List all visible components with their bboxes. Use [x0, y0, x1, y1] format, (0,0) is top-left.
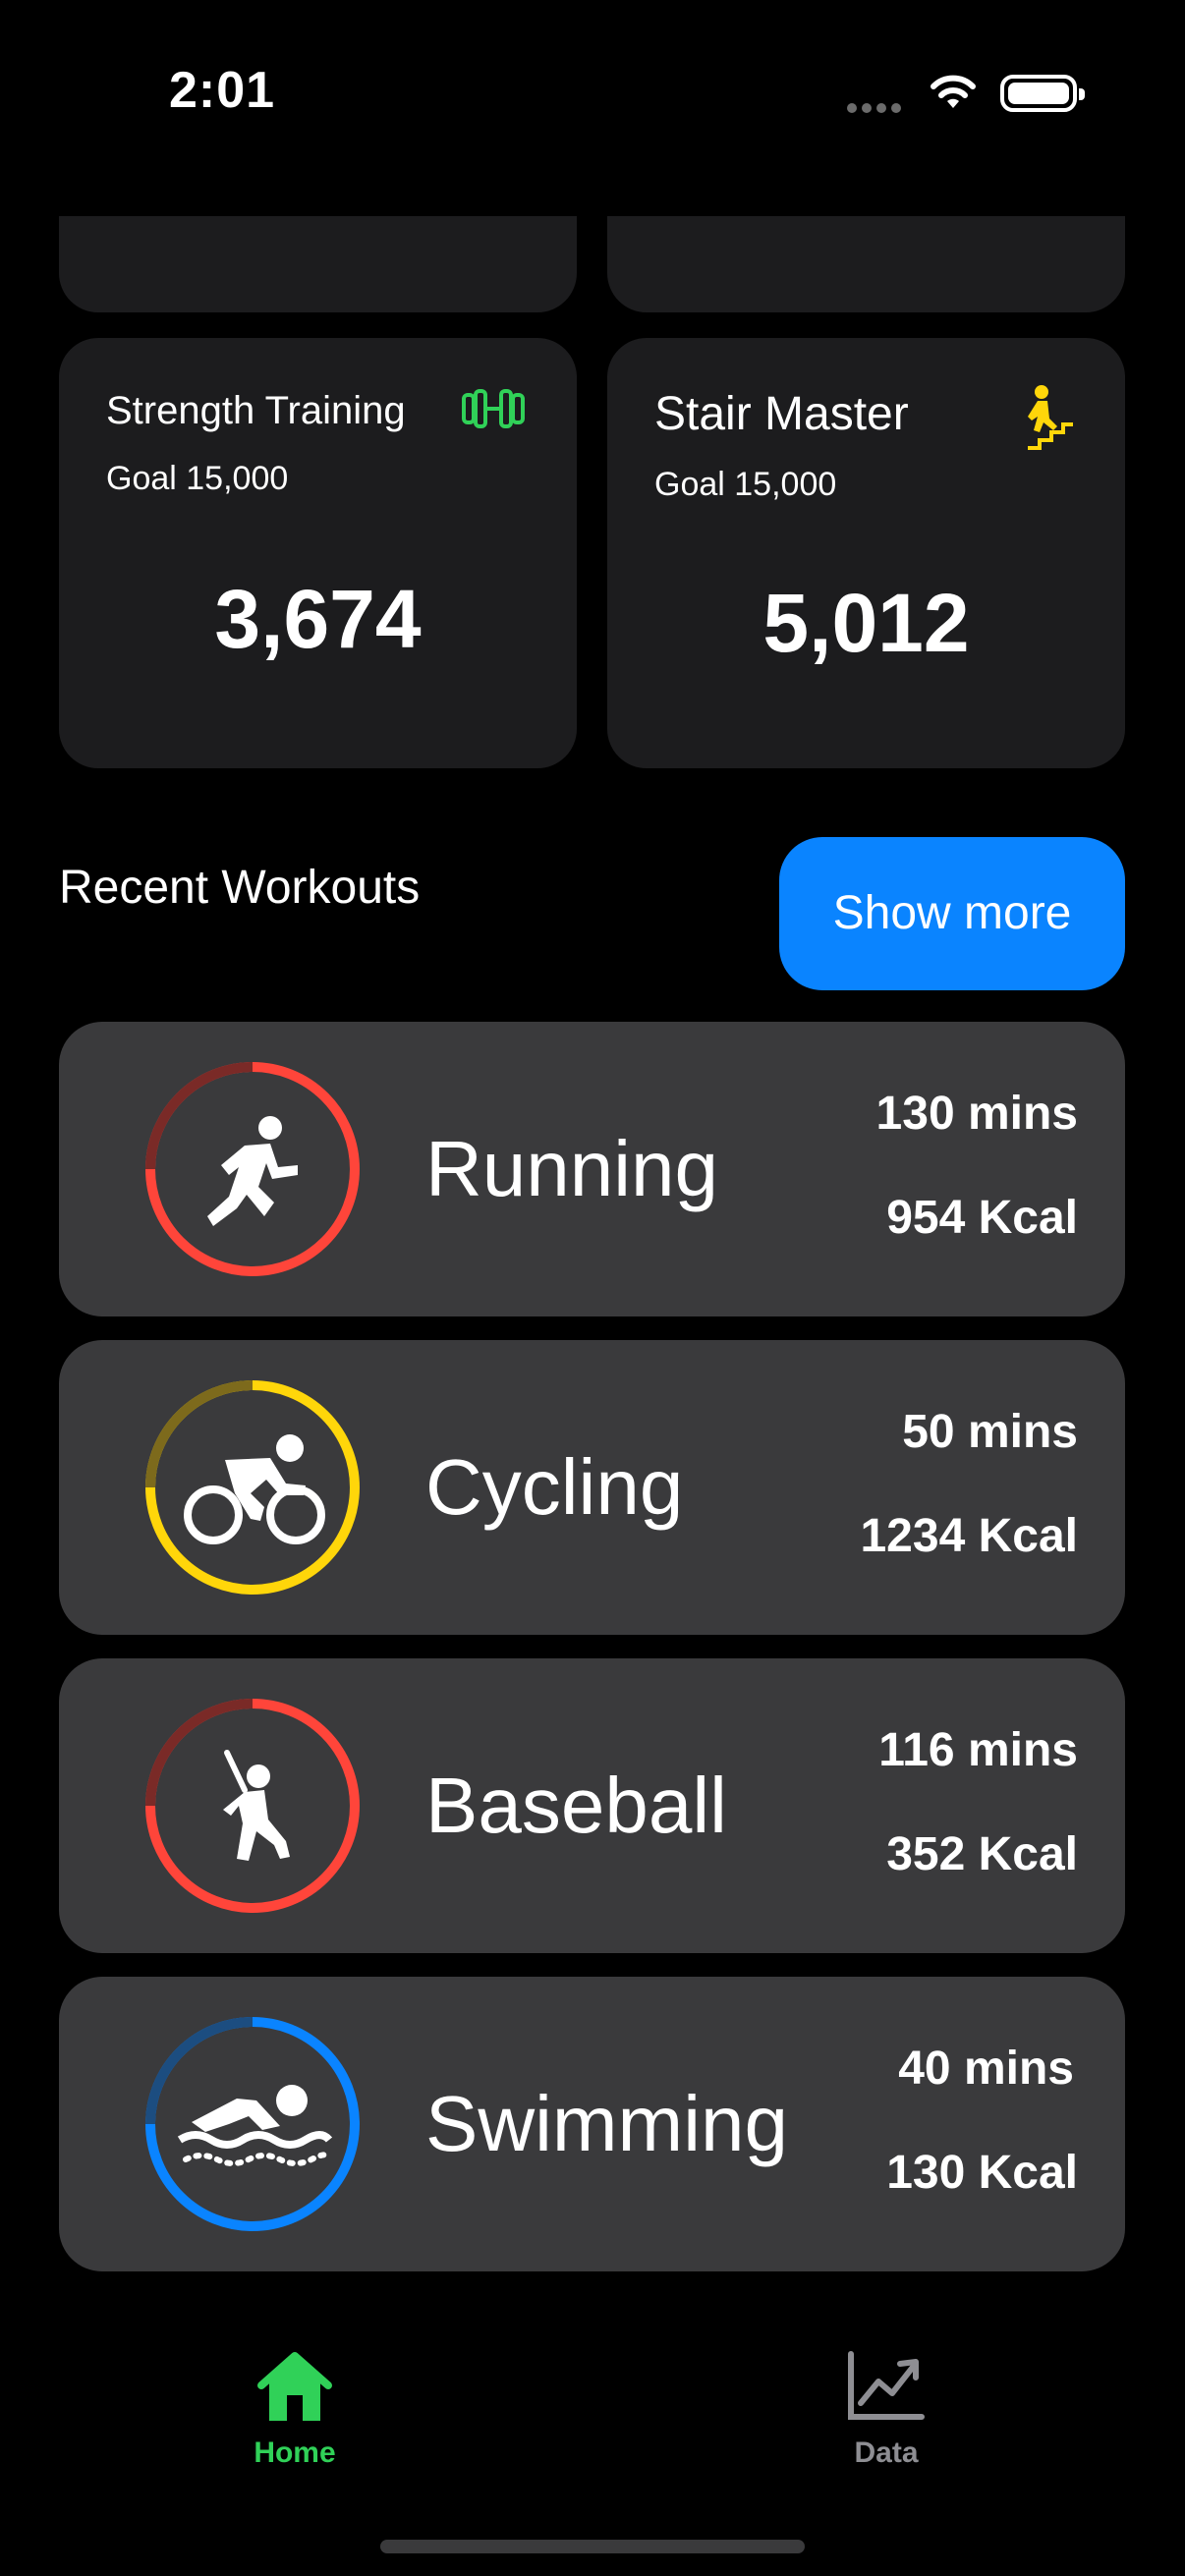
workout-name: Baseball [425, 1762, 727, 1849]
stat-card-partial[interactable] [607, 216, 1125, 312]
workout-row-cycling[interactable]: Cycling 50 mins 1234 Kcal [59, 1340, 1125, 1635]
workout-calories: 1234 Kcal [860, 1510, 1078, 1562]
stat-value: 5,012 [762, 577, 970, 669]
stat-title: Stair Master [654, 388, 909, 440]
workout-duration: 40 mins [898, 2043, 1074, 2095]
home-indicator [380, 2540, 805, 2553]
cellular-signal-icon [847, 100, 906, 118]
stat-card-stair-master[interactable]: Stair Master Goal 15,000 5,012 [607, 338, 1125, 768]
running-icon [142, 1059, 363, 1279]
workout-duration: 116 mins [878, 1724, 1078, 1776]
workout-name: Running [425, 1125, 719, 1212]
workout-row-baseball[interactable]: Baseball 116 mins 352 Kcal [59, 1658, 1125, 1953]
workout-calories: 352 Kcal [886, 1828, 1078, 1880]
tab-home-label: Home [254, 2436, 336, 2469]
workout-row-swimming[interactable]: Swimming 40 mins 130 Kcal [59, 1977, 1125, 2271]
cycling-icon [142, 1377, 363, 1597]
chart-icon [788, 2348, 985, 2427]
workout-calories: 954 Kcal [886, 1192, 1078, 1244]
stat-goal: Goal 15,000 [106, 460, 289, 497]
wifi-icon [929, 73, 978, 117]
workout-row-running[interactable]: Running 130 mins 954 Kcal [59, 1022, 1125, 1316]
stairs-icon [1020, 383, 1075, 457]
workout-calories: 130 Kcal [886, 2147, 1078, 2199]
stat-card-strength-training[interactable]: Strength Training Goal 15,000 3,674 [59, 338, 577, 768]
tab-data-label: Data [854, 2436, 919, 2469]
battery-icon [1000, 75, 1085, 112]
recent-workouts-title: Recent Workouts [59, 862, 421, 914]
workout-duration: 50 mins [902, 1406, 1078, 1458]
baseball-icon [142, 1696, 363, 1916]
tab-home[interactable]: Home [197, 2348, 393, 2470]
home-icon [197, 2348, 393, 2427]
dumbbell-icon [460, 389, 527, 433]
show-more-button[interactable]: Show more [779, 837, 1125, 990]
stat-card-partial[interactable] [59, 216, 577, 312]
status-time: 2:01 [169, 62, 276, 119]
stat-value: 3,674 [214, 573, 422, 665]
stat-title: Strength Training [106, 389, 406, 432]
workout-name: Swimming [425, 2080, 788, 2167]
workout-duration: 130 mins [875, 1088, 1078, 1140]
workout-name: Cycling [425, 1443, 684, 1531]
swimming-icon [142, 2014, 363, 2234]
tab-data[interactable]: Data [788, 2348, 985, 2470]
stat-goal: Goal 15,000 [654, 466, 837, 503]
